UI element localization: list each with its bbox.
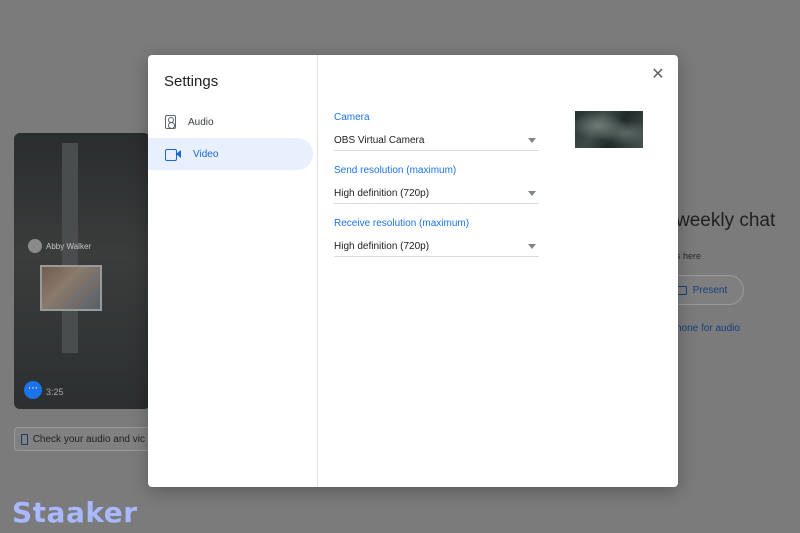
- receive-resolution-select[interactable]: High definition (720p): [334, 237, 539, 257]
- settings-nav: Settings Audio Video: [148, 55, 318, 487]
- camera-label: Camera: [334, 112, 370, 123]
- dropdown-arrow-icon: [528, 138, 536, 143]
- videocam-icon: [165, 148, 181, 161]
- self-preview-video: Abby Walker ⋯ 3:25: [14, 133, 150, 409]
- meeting-title: weekly chat: [676, 210, 776, 231]
- nav-item-label: Video: [193, 148, 219, 160]
- clipboard-icon: [21, 433, 28, 445]
- preview-timestamp: 3:25: [46, 387, 64, 397]
- phone-audio-link[interactable]: hone for audio: [676, 323, 740, 334]
- watermark-logo: Staaker: [12, 496, 138, 529]
- receive-resolution-value: High definition (720p): [334, 241, 430, 252]
- settings-content: ✕ Camera OBS Virtual Camera Send resolut…: [318, 55, 678, 487]
- check-audio-video-button[interactable]: Check your audio and vic: [14, 427, 154, 451]
- speaker-icon: [165, 115, 176, 129]
- preview-inset-video: [40, 265, 102, 311]
- send-resolution-label: Send resolution (maximum): [334, 165, 457, 176]
- send-resolution-field: Send resolution (maximum) High definitio…: [334, 165, 539, 204]
- dropdown-arrow-icon: [528, 244, 536, 249]
- camera-preview-thumbnail: [575, 111, 643, 148]
- close-icon[interactable]: ✕: [650, 67, 666, 83]
- send-resolution-select[interactable]: High definition (720p): [334, 184, 539, 204]
- present-icon: [676, 285, 687, 295]
- check-audio-label: Check your audio and vic: [32, 433, 145, 445]
- receive-resolution-field: Receive resolution (maximum) High defini…: [334, 218, 539, 257]
- nav-item-audio[interactable]: Audio: [148, 106, 313, 138]
- camera-value: OBS Virtual Camera: [334, 135, 425, 146]
- nav-item-video[interactable]: Video: [148, 138, 313, 170]
- more-options-button[interactable]: ⋯: [24, 381, 42, 399]
- nav-item-label: Audio: [188, 116, 214, 128]
- present-label: Present: [692, 284, 728, 296]
- receive-resolution-label: Receive resolution (maximum): [334, 218, 470, 229]
- settings-dialog: Settings Audio Video ✕ Camera OBS Virtua…: [148, 55, 678, 487]
- meeting-subtitle: s here: [676, 251, 702, 261]
- send-resolution-value: High definition (720p): [334, 188, 430, 199]
- dialog-title: Settings: [164, 73, 219, 90]
- preview-avatar: [28, 239, 42, 253]
- preview-name-tag: Abby Walker: [46, 242, 92, 251]
- dropdown-arrow-icon: [528, 191, 536, 196]
- camera-field: Camera OBS Virtual Camera: [334, 112, 539, 151]
- camera-select[interactable]: OBS Virtual Camera: [334, 131, 539, 151]
